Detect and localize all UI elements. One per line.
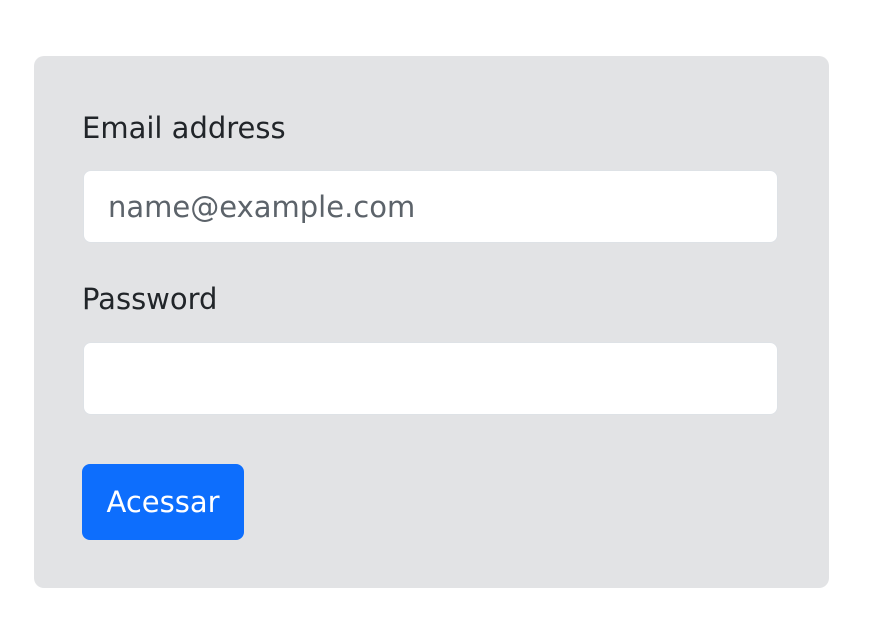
login-form-card: Email address Password Acessar: [34, 56, 829, 588]
email-field[interactable]: [83, 170, 778, 243]
email-label: Email address: [82, 111, 286, 145]
password-label: Password: [82, 282, 218, 316]
submit-button[interactable]: Acessar: [82, 464, 244, 540]
password-field[interactable]: [83, 342, 778, 415]
